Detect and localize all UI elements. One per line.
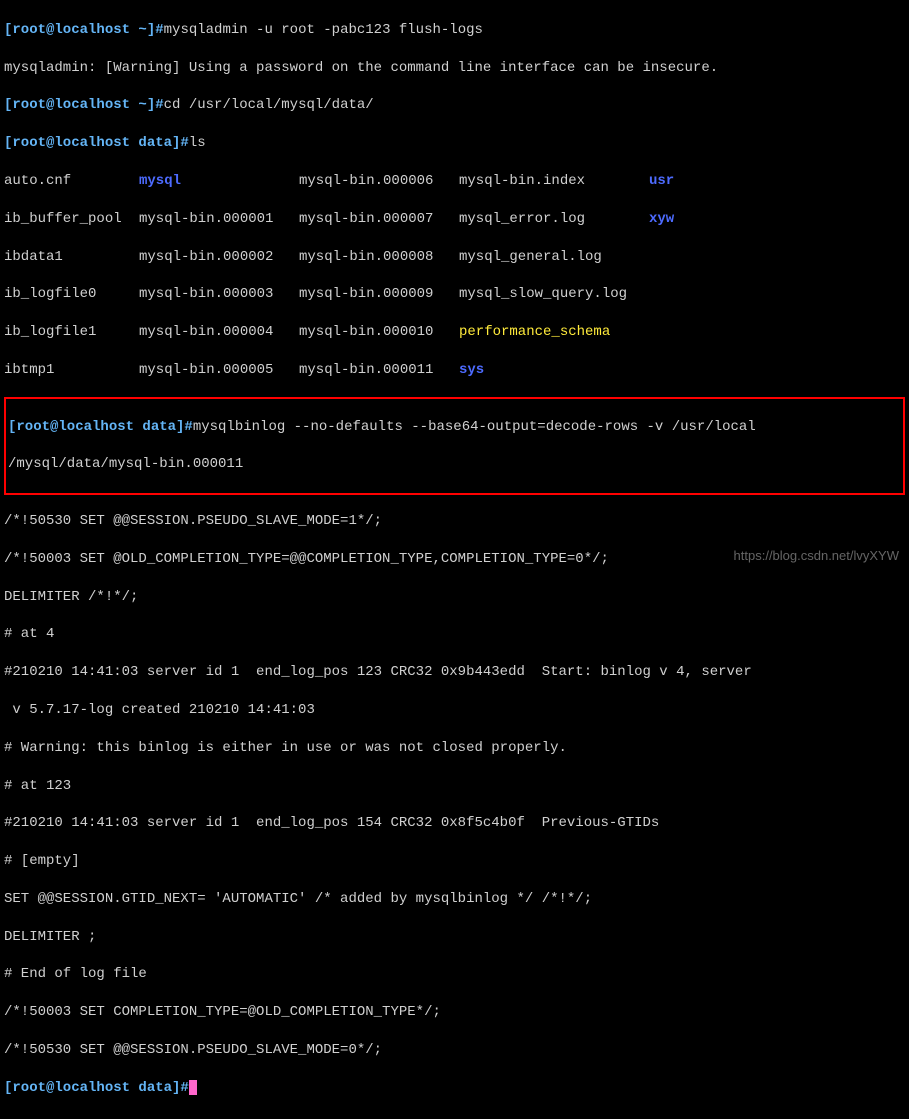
output-line: SET @@SESSION.GTID_NEXT= 'AUTOMATIC' /* … bbox=[4, 890, 905, 909]
command-text: mysqladmin -u root -pabc123 flush-logs bbox=[164, 22, 483, 38]
watermark-text: https://blog.csdn.net/lvyXYW bbox=[734, 547, 899, 565]
output-line: # [empty] bbox=[4, 852, 905, 871]
command-continuation: /mysql/data/mysql-bin.000011 bbox=[8, 455, 901, 474]
ls-row: auto.cnfmysqlmysql-bin.000006mysql-bin.i… bbox=[4, 172, 905, 191]
output-line: #210210 14:41:03 server id 1 end_log_pos… bbox=[4, 663, 905, 682]
output-line: /*!50530 SET @@SESSION.PSEUDO_SLAVE_MODE… bbox=[4, 512, 905, 531]
ls-row: ib_logfile0mysql-bin.000003mysql-bin.000… bbox=[4, 285, 905, 304]
output-line: /*!50530 SET @@SESSION.PSEUDO_SLAVE_MODE… bbox=[4, 1041, 905, 1060]
warning-text: mysqladmin: [Warning] Using a password o… bbox=[4, 59, 905, 78]
output-line: # at 123 bbox=[4, 777, 905, 796]
output-line: # Warning: this binlog is either in use … bbox=[4, 739, 905, 758]
ls-row: ibdata1mysql-bin.000002mysql-bin.000008m… bbox=[4, 248, 905, 267]
ls-row: ib_logfile1mysql-bin.000004mysql-bin.000… bbox=[4, 323, 905, 342]
output-line: v 5.7.17-log created 210210 14:41:03 bbox=[4, 701, 905, 720]
prompt: [root@localhost data]# bbox=[8, 419, 193, 435]
highlighted-command: [root@localhost data]#mysqlbinlog --no-d… bbox=[4, 397, 905, 495]
cursor[interactable] bbox=[189, 1080, 197, 1095]
ls-row: ib_buffer_poolmysql-bin.000001mysql-bin.… bbox=[4, 210, 905, 229]
command-text: cd /usr/local/mysql/data/ bbox=[164, 97, 374, 113]
output-line: # at 4 bbox=[4, 625, 905, 644]
output-line: #210210 14:41:03 server id 1 end_log_pos… bbox=[4, 814, 905, 833]
output-line: DELIMITER /*!*/; bbox=[4, 588, 905, 607]
prompt: [root@localhost ~]# bbox=[4, 22, 164, 38]
output-line: /*!50003 SET COMPLETION_TYPE=@OLD_COMPLE… bbox=[4, 1003, 905, 1022]
command-text: ls bbox=[189, 135, 206, 151]
prompt: [root@localhost data]# bbox=[4, 1080, 189, 1096]
ls-row: ibtmp1mysql-bin.000005mysql-bin.000011sy… bbox=[4, 361, 905, 380]
command-text: mysqlbinlog --no-defaults --base64-outpu… bbox=[193, 419, 756, 435]
output-line: DELIMITER ; bbox=[4, 928, 905, 947]
prompt: [root@localhost data]# bbox=[4, 135, 189, 151]
output-line: # End of log file bbox=[4, 965, 905, 984]
prompt: [root@localhost ~]# bbox=[4, 97, 164, 113]
